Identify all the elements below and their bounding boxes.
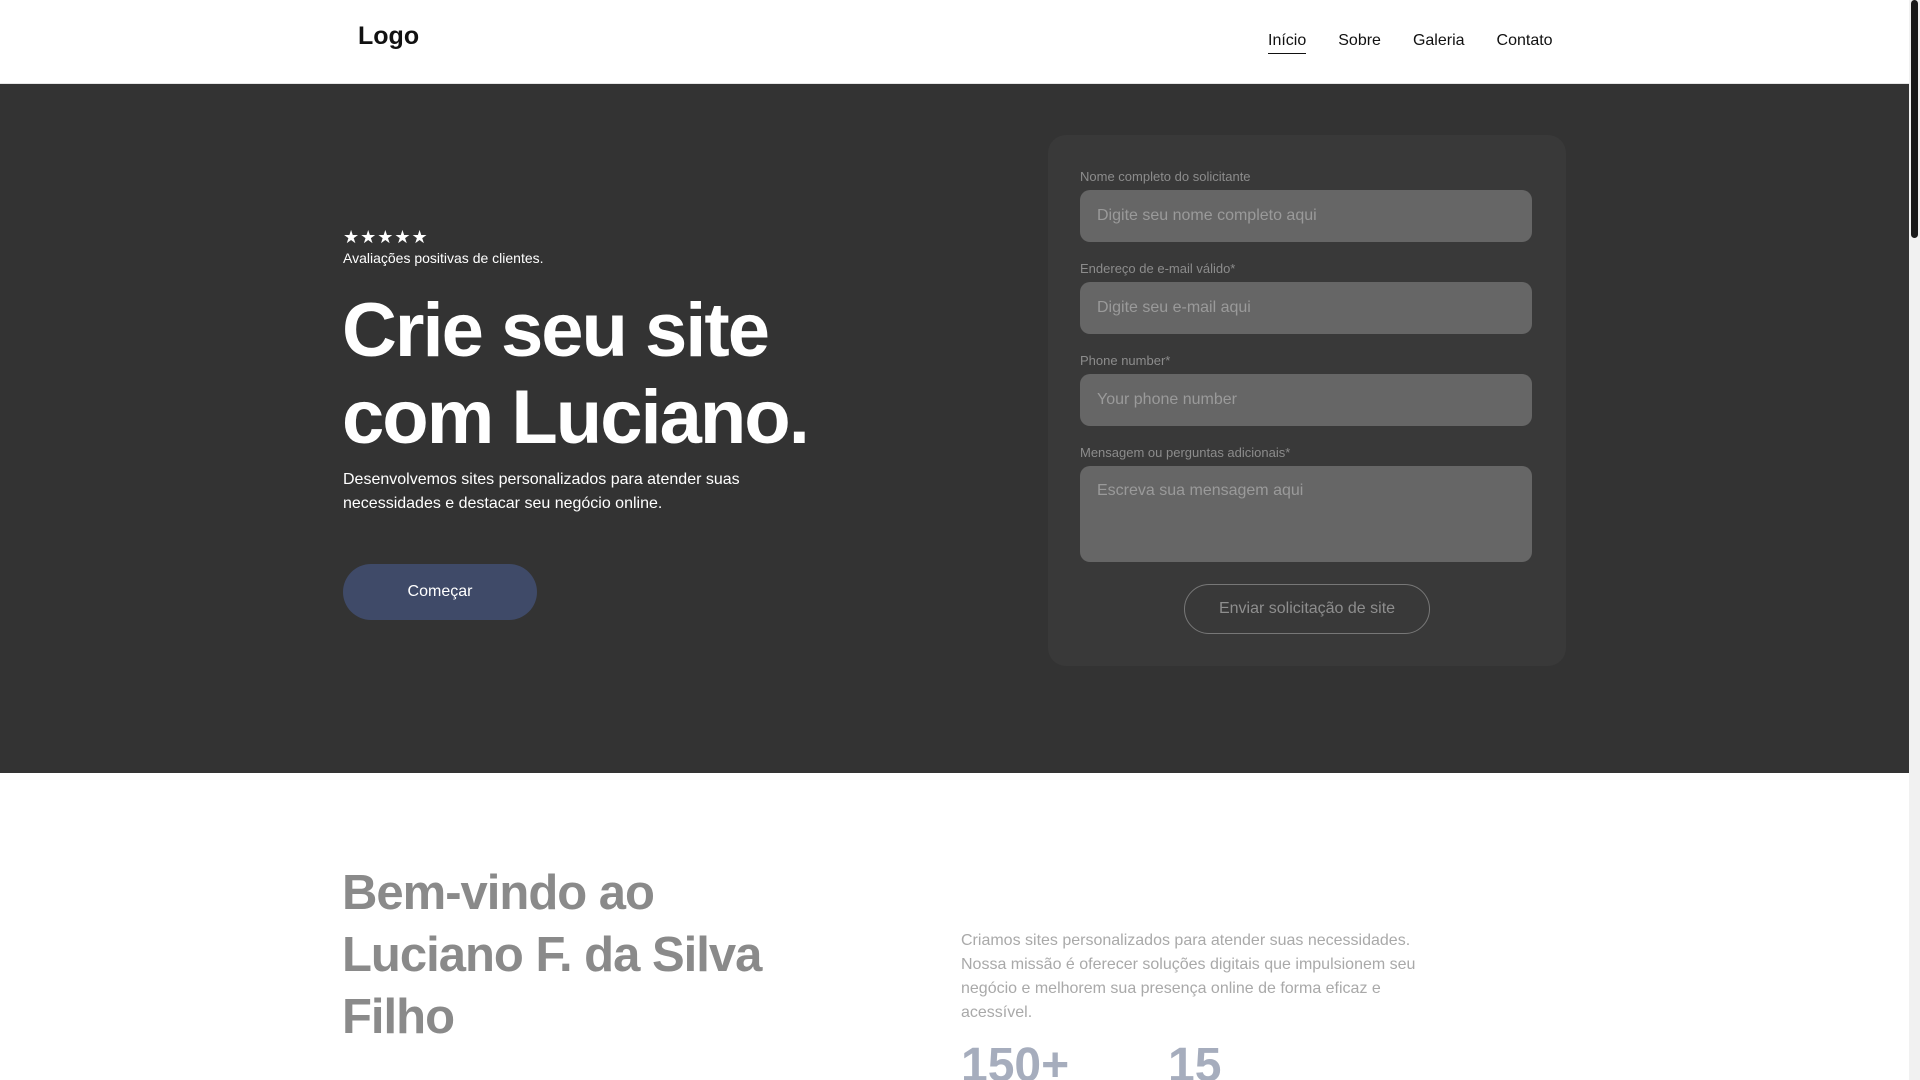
welcome-description: Criamos sites personalizados para atende…: [961, 932, 1416, 1021]
main-nav: Início Sobre Galeria Contato: [1268, 32, 1553, 54]
start-button[interactable]: Começar: [343, 564, 537, 620]
page-scrollbar[interactable]: [1909, 0, 1920, 1080]
rating-stars: ★★★★★: [343, 227, 429, 247]
stat-value: 15: [1168, 1039, 1222, 1080]
phone-input[interactable]: Your phone number: [1080, 374, 1532, 426]
nav-link-contato[interactable]: Contato: [1497, 32, 1553, 54]
welcome-title: Bem-vindo ao Luciano F. da Silva Filho: [342, 866, 762, 1044]
page: Logo Início Sobre Galeria Contato ★★★★★ …: [0, 0, 1909, 1080]
name-label: Nome completo do solicitante: [1080, 169, 1251, 184]
phone-label: Phone number*: [1080, 353, 1171, 368]
nav-link-galeria[interactable]: Galeria: [1413, 32, 1465, 54]
scrollbar-thumb[interactable]: [1911, 0, 1918, 238]
hero-section: ★★★★★ Avaliações positivas de clientes. …: [0, 84, 1909, 773]
message-textarea[interactable]: Escreva sua mensagem aqui: [1080, 466, 1532, 562]
email-label: Endereço de e-mail válido*: [1080, 261, 1236, 276]
logo[interactable]: Logo: [358, 22, 419, 51]
rating-label: Avaliações positivas de clientes.: [343, 250, 544, 266]
request-form: Nome completo do solicitante Digite seu …: [1048, 135, 1566, 666]
message-label: Mensagem ou perguntas adicionais*: [1080, 445, 1291, 460]
site-header: Logo Início Sobre Galeria Contato: [0, 0, 1909, 84]
stat-value: 150+: [961, 1039, 1070, 1080]
nav-link-inicio[interactable]: Início: [1268, 32, 1307, 54]
email-input[interactable]: Digite seu e-mail aqui: [1080, 282, 1532, 334]
hero-description: Desenvolvemos sites personalizados para …: [343, 471, 740, 512]
hero-title: Crie seu site com Luciano.: [342, 288, 810, 460]
name-input[interactable]: Digite seu nome completo aqui: [1080, 190, 1532, 242]
nav-link-sobre[interactable]: Sobre: [1338, 32, 1381, 54]
submit-button[interactable]: Enviar solicitação de site: [1184, 584, 1430, 634]
